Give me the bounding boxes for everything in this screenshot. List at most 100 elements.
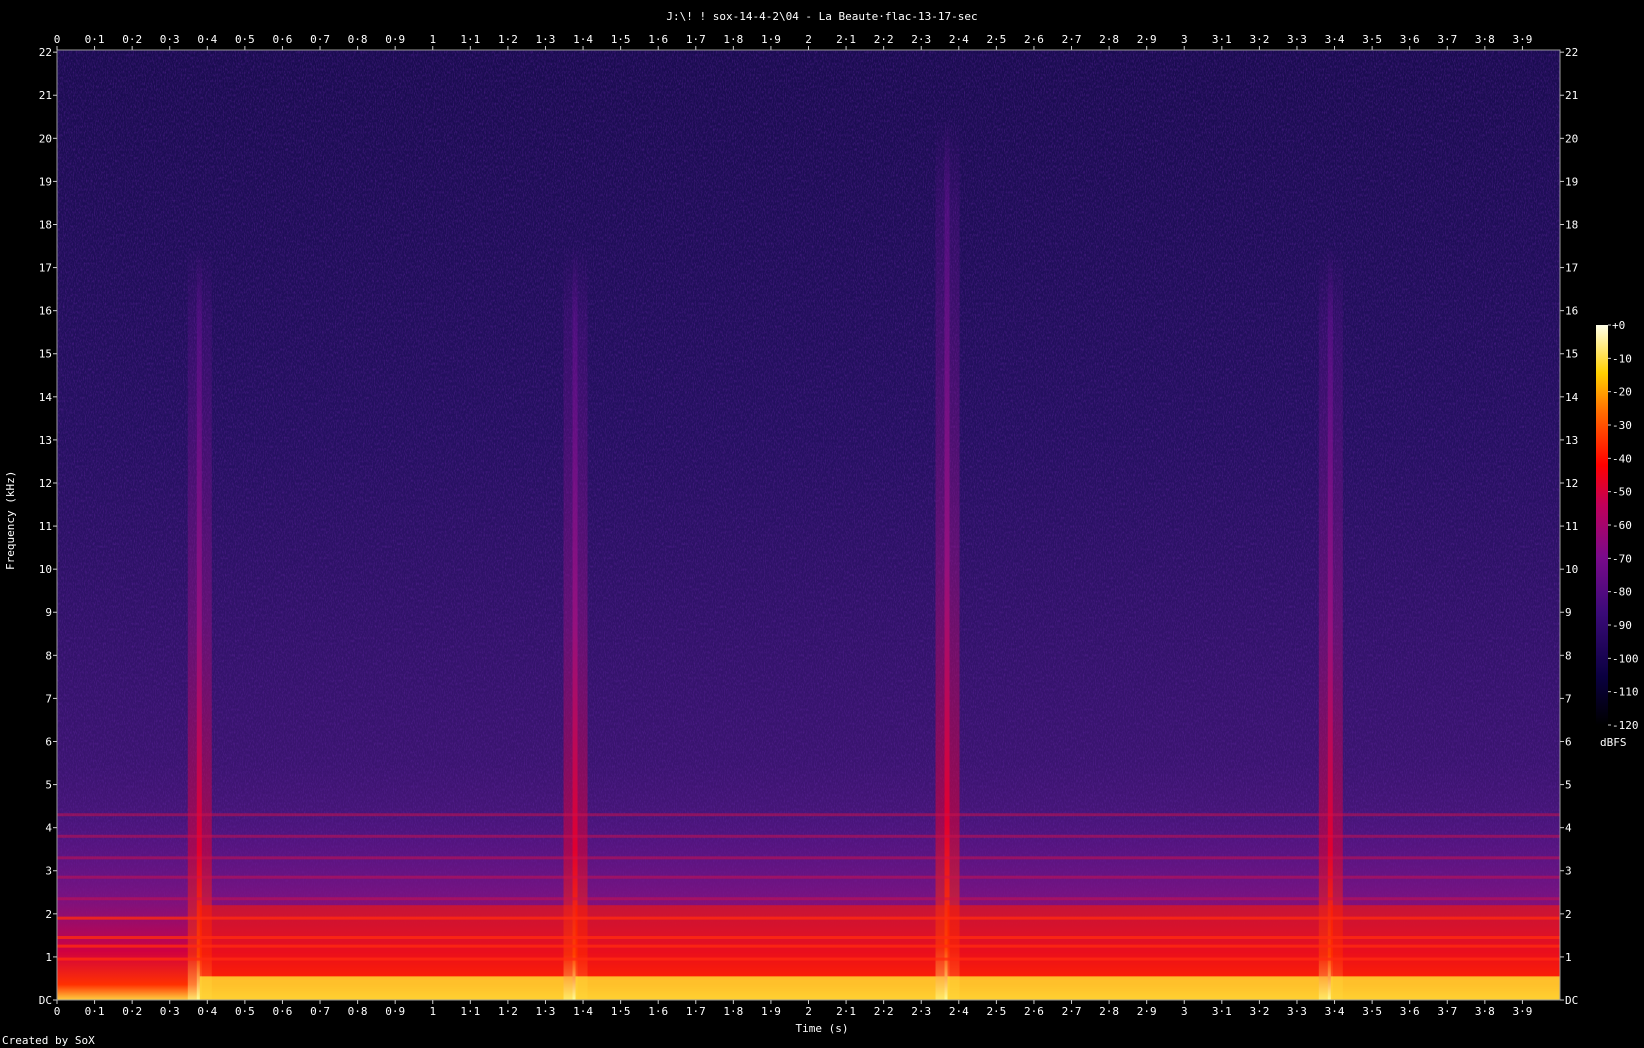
y-tick-label-left: 14 — [39, 391, 53, 404]
y-axis-label: Frequency (kHz) — [4, 470, 17, 570]
x-tick-label-top: 3·4 — [1325, 33, 1345, 46]
harmonic-band — [1330, 905, 1560, 977]
x-tick-label-top: 0·9 — [385, 33, 405, 46]
fundamental-band — [1330, 976, 1560, 1000]
harmonic-line — [57, 834, 1560, 838]
x-tick-label-bottom: 0·6 — [273, 1005, 293, 1018]
y-tick-label-right: DC — [1565, 994, 1578, 1007]
y-tick-label-left: 5 — [45, 779, 52, 792]
y-tick-label-left: 12 — [39, 477, 52, 490]
y-tick-label-left: 16 — [39, 305, 52, 318]
x-tick-label-top: 3·9 — [1512, 33, 1532, 46]
x-tick-label-top: 1·2 — [498, 33, 518, 46]
colorbar-tick-label: +0 — [1612, 319, 1625, 332]
harmonic-band — [575, 905, 948, 977]
colorbar-tick-label: -20 — [1612, 386, 1632, 399]
x-tick-label-bottom: 3·9 — [1512, 1005, 1532, 1018]
x-tick-label-top: 3·1 — [1212, 33, 1232, 46]
y-tick-label-right: 6 — [1565, 735, 1572, 748]
x-tick-label-top: 2·8 — [1099, 33, 1119, 46]
y-tick-label-left: 13 — [39, 434, 52, 447]
y-tick-label-right: 3 — [1565, 865, 1572, 878]
x-tick-label-top: 0·2 — [122, 33, 142, 46]
y-tick-label-right: 7 — [1565, 692, 1572, 705]
x-tick-label-top: 2·6 — [1024, 33, 1044, 46]
x-tick-label-bottom: 2·5 — [986, 1005, 1006, 1018]
x-tick-label-bottom: 3·1 — [1212, 1005, 1232, 1018]
y-tick-label-left: 11 — [39, 520, 52, 533]
spectrogram-chart: 0 0 0·1 0·1 0·2 0·2 0·3 0·3 0·4 0·4 0·5 0·5 0·6 0·6 0·… — [39, 33, 1639, 1018]
x-tick-label-top: 3·2 — [1249, 33, 1269, 46]
y-tick-label-right: 8 — [1565, 649, 1572, 662]
x-tick-label-bottom: 2·6 — [1024, 1005, 1044, 1018]
y-tick-label-right: 19 — [1565, 175, 1578, 188]
y-tick-label-right: 17 — [1565, 262, 1578, 275]
colorbar-label: dBFS — [1600, 736, 1627, 749]
x-tick-label-top: 0·1 — [85, 33, 105, 46]
y-tick-label-right: 10 — [1565, 563, 1578, 576]
x-tick-label-top: 0 — [54, 33, 61, 46]
x-tick-label-bottom: 0·7 — [310, 1005, 330, 1018]
x-tick-label-bottom: 3·3 — [1287, 1005, 1307, 1018]
y-tick-label-left: 7 — [45, 692, 52, 705]
credit-text: Created by SoX — [2, 1034, 95, 1047]
x-tick-label-top: 3 — [1181, 33, 1188, 46]
harmonic-line — [57, 897, 1560, 901]
x-tick-label-bottom: 3·5 — [1362, 1005, 1382, 1018]
x-tick-label-bottom: 0·1 — [85, 1005, 105, 1018]
x-tick-label-bottom: 1·2 — [498, 1005, 518, 1018]
onset-line — [1327, 246, 1333, 1001]
x-tick-label-bottom: 1·7 — [686, 1005, 706, 1018]
onset-line — [572, 246, 578, 1001]
y-tick-label-left: 22 — [39, 46, 52, 59]
x-tick-label-bottom: 0·3 — [160, 1005, 180, 1018]
x-tick-label-bottom: 2·8 — [1099, 1005, 1119, 1018]
harmonic-line — [57, 936, 1560, 940]
y-tick-label-right: 16 — [1565, 305, 1578, 318]
y-tick-label-left: 15 — [39, 348, 52, 361]
y-tick-label-right: 13 — [1565, 434, 1578, 447]
x-tick-label-bottom: 1·6 — [648, 1005, 668, 1018]
x-tick-label-bottom: 0·5 — [235, 1005, 255, 1018]
onset-line — [944, 116, 950, 1001]
harmonic-line — [57, 916, 1560, 920]
x-tick-label-bottom: 3 — [1181, 1005, 1188, 1018]
y-tick-label-left: 18 — [39, 218, 52, 231]
x-tick-label-bottom: 0 — [54, 1005, 61, 1018]
colorbar-tick-label: -60 — [1612, 519, 1632, 532]
x-tick-label-bottom: 3·6 — [1400, 1005, 1420, 1018]
colorbar-tick-label: -70 — [1612, 552, 1632, 565]
x-tick-label-top: 2·9 — [1137, 33, 1157, 46]
x-tick-label-bottom: 1·9 — [761, 1005, 781, 1018]
x-tick-label-bottom: 2·9 — [1137, 1005, 1157, 1018]
x-tick-label-top: 3·6 — [1400, 33, 1420, 46]
x-tick-label-bottom: 1·5 — [611, 1005, 631, 1018]
y-tick-label-left: 1 — [45, 951, 52, 964]
x-tick-label-bottom: 3·2 — [1249, 1005, 1269, 1018]
x-tick-label-top: 1·7 — [686, 33, 706, 46]
x-tick-label-top: 1·4 — [573, 33, 593, 46]
x-tick-label-top: 1·5 — [611, 33, 631, 46]
x-tick-label-bottom: 3·8 — [1475, 1005, 1495, 1018]
x-tick-label-bottom: 1·3 — [536, 1005, 556, 1018]
colorbar-tick-label: -100 — [1612, 652, 1639, 665]
y-tick-label-left: 21 — [39, 89, 52, 102]
y-tick-label-left: 8 — [45, 649, 52, 662]
y-tick-label-left: 20 — [39, 132, 52, 145]
x-tick-label-top: 3·7 — [1437, 33, 1457, 46]
y-tick-label-left: 6 — [45, 735, 52, 748]
plot-area — [57, 50, 1560, 1001]
x-tick-label-top: 0·6 — [273, 33, 293, 46]
x-tick-label-bottom: 0·2 — [122, 1005, 142, 1018]
x-tick-label-top: 1·8 — [723, 33, 743, 46]
x-tick-label-top: 0·7 — [310, 33, 330, 46]
x-tick-label-top: 3·8 — [1475, 33, 1495, 46]
x-tick-label-top: 2·2 — [874, 33, 894, 46]
x-tick-label-bottom: 0·9 — [385, 1005, 405, 1018]
x-tick-label-top: 1·6 — [648, 33, 668, 46]
y-tick-label-right: 2 — [1565, 908, 1572, 921]
y-tick-label-right: 12 — [1565, 477, 1578, 490]
harmonic-line — [57, 875, 1560, 879]
fundamental-band — [575, 976, 948, 1000]
y-tick-label-right: 15 — [1565, 348, 1578, 361]
